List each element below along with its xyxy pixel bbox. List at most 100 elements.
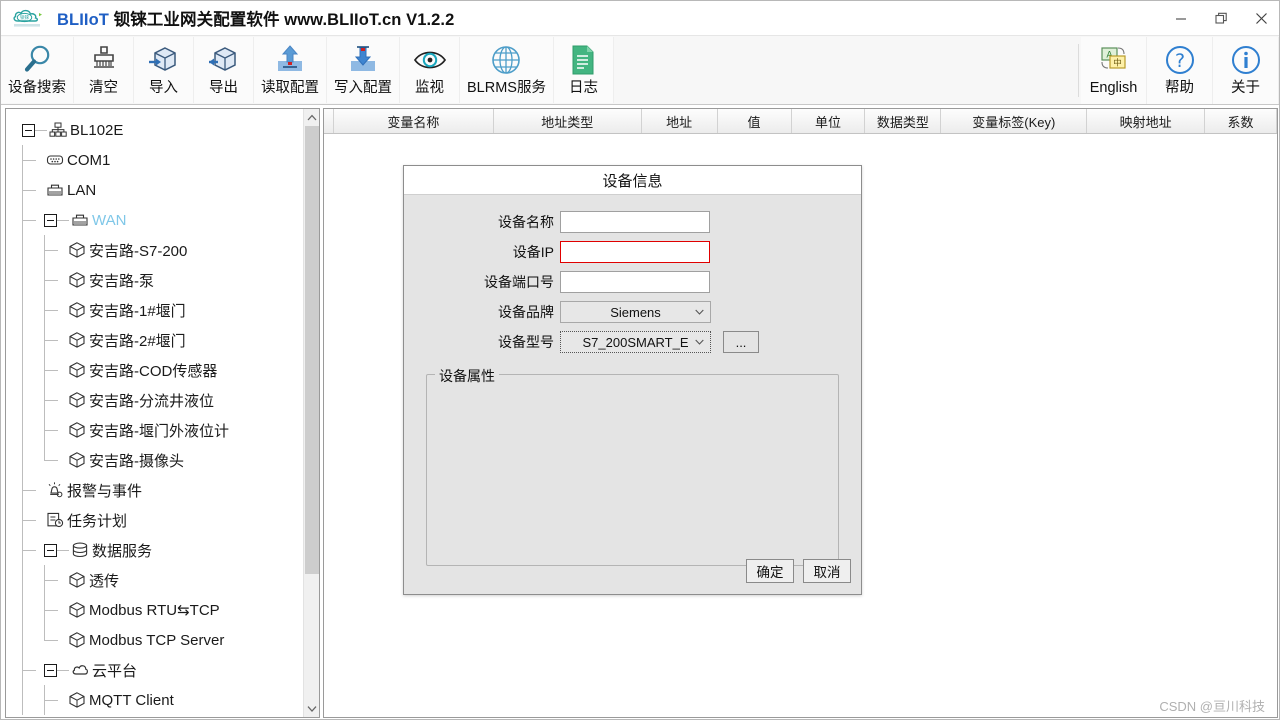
tree-node-label: 安吉路-泵 <box>89 272 154 290</box>
tree-node[interactable]: 安吉路-S7-200 <box>6 235 304 265</box>
ok-button[interactable]: 确定 <box>746 559 794 583</box>
tree-node[interactable]: 云平台 <box>6 655 304 685</box>
tree-guide-line <box>22 445 44 475</box>
tree-node-label: 安吉路-COD传感器 <box>89 362 218 380</box>
tree-node-label: WAN <box>92 211 127 229</box>
toolbar-button-device-search[interactable]: 设备搜索 <box>1 37 74 103</box>
cube-icon <box>66 301 88 319</box>
toolbar-label: 写入配置 <box>334 80 392 96</box>
field-row-device-ip: 设备IP <box>418 237 847 267</box>
toolbar-button-log[interactable]: 日志 <box>553 37 614 103</box>
tree-guide-line <box>22 325 44 355</box>
toolbar-button-export[interactable]: 导出 <box>194 37 254 103</box>
tree-node[interactable]: BL102E <box>6 115 304 145</box>
toolbar-label: 导入 <box>149 80 178 96</box>
grid-column-header[interactable]: 变量名称 <box>333 109 494 133</box>
device-ip-input[interactable] <box>560 241 710 263</box>
restore-button[interactable] <box>1201 2 1241 36</box>
device-name-input[interactable] <box>560 211 710 233</box>
minimize-button[interactable] <box>1161 2 1201 36</box>
cube-icon <box>69 422 85 438</box>
tree-node[interactable]: 安吉路-泵 <box>6 265 304 295</box>
device-brand-select[interactable]: Siemens <box>560 301 711 323</box>
tree-guide-line <box>57 669 69 671</box>
tree-node[interactable]: 数据服务 <box>6 535 304 565</box>
tree-elbow <box>44 325 66 355</box>
toolbar-button-write-config[interactable]: 写入配置 <box>327 37 400 103</box>
globe-icon <box>489 41 523 78</box>
tree-node[interactable]: LAN <box>6 175 304 205</box>
scrollbar-thumb[interactable] <box>305 126 319 574</box>
tree-node[interactable]: MQTT Client <box>6 685 304 715</box>
collapse-toggle[interactable] <box>44 213 57 227</box>
toolbar-label: 关于 <box>1231 80 1260 96</box>
grid-column-header[interactable]: 变量标签(Key) <box>941 109 1088 133</box>
cancel-button[interactable]: 取消 <box>803 559 851 583</box>
tree-node[interactable]: Modbus TCP Server <box>6 625 304 655</box>
chevron-up-icon[interactable] <box>304 109 319 126</box>
tree-node[interactable]: 安吉路-摄像头 <box>6 445 304 475</box>
device-tree[interactable]: BL102E COM1 LAN WAN 安吉路-S7-200 安吉路-泵 安吉路-1#堰门安… <box>6 109 304 717</box>
grid-column-header[interactable]: 数据类型 <box>865 109 942 133</box>
ethernet-icon <box>69 211 91 229</box>
tree-node[interactable]: 安吉路-堰门外液位计 <box>6 415 304 445</box>
tree-scrollbar[interactable] <box>303 109 319 717</box>
toolbar-button-blrms-service[interactable]: BLRMS服务 <box>460 37 554 103</box>
grid-column-header[interactable]: 系数 <box>1205 109 1277 133</box>
tree-node[interactable]: 任务计划 <box>6 505 304 535</box>
cube-icon <box>69 332 85 348</box>
tree-node[interactable]: COM1 <box>6 145 304 175</box>
tree-guide-line <box>22 685 44 715</box>
tree-node[interactable]: Modbus RTU⇆TCP <box>6 595 304 625</box>
device-model-select[interactable]: S7_200SMART_E <box>560 331 711 353</box>
toolbar-button-about[interactable]: 关于 <box>1213 37 1279 104</box>
collapse-toggle[interactable] <box>44 663 57 677</box>
restore-icon <box>1214 12 1227 24</box>
toolbar-button-language[interactable]: A 中 English <box>1081 37 1147 104</box>
tree-elbow <box>44 565 66 595</box>
grid-column-header[interactable]: 映射地址 <box>1087 109 1206 133</box>
grid-column-header[interactable]: 单位 <box>791 109 866 133</box>
tree-guide-line <box>22 415 44 445</box>
cube-icon <box>66 451 88 469</box>
cube-icon <box>66 571 88 589</box>
tree-node-label: 安吉路-堰门外液位计 <box>89 422 229 440</box>
collapse-toggle[interactable] <box>22 123 35 137</box>
tree-elbow <box>44 595 66 625</box>
chevron-down-icon <box>695 307 704 317</box>
tree-node-label: BL102E <box>70 121 124 139</box>
device-brand-value: Siemens <box>610 304 661 320</box>
tree-node[interactable]: 报警与事件 <box>6 475 304 505</box>
toolbar-button-read-config[interactable]: 读取配置 <box>254 37 327 103</box>
tree-node[interactable]: 安吉路-2#堰门 <box>6 325 304 355</box>
tree-node[interactable]: 安吉路-COD传感器 <box>6 355 304 385</box>
grid-column-header[interactable]: 地址 <box>641 109 718 133</box>
collapse-toggle[interactable] <box>44 543 57 557</box>
tree-node-label: COM1 <box>67 151 111 169</box>
app-title-cn: 钡铼工业网关配置软件 <box>113 11 280 29</box>
grid-column-header[interactable]: 值 <box>717 109 792 133</box>
toolbar-label: BLRMS服务 <box>467 80 546 96</box>
tree-node-label: 数据服务 <box>92 542 153 560</box>
close-button[interactable] <box>1241 2 1279 36</box>
label-device-ip: 设备IP <box>512 244 554 260</box>
toolbar-button-help[interactable]: ? 帮助 <box>1147 37 1213 104</box>
import-cube-icon <box>147 41 181 78</box>
tree-node[interactable]: WAN <box>6 205 304 235</box>
device-model-browse-button[interactable]: ... <box>723 331 759 353</box>
tree-guide-line <box>35 129 47 131</box>
tree-node[interactable]: 透传 <box>6 565 304 595</box>
toolbar-button-import[interactable]: 导入 <box>134 37 194 103</box>
cube-icon <box>66 691 88 709</box>
toolbar-button-monitor[interactable]: 监视 <box>400 37 460 103</box>
grid-column-header[interactable]: 地址类型 <box>493 109 642 133</box>
chevron-down-icon[interactable] <box>304 700 319 717</box>
toolbar-button-clear[interactable]: 清空 <box>74 37 134 103</box>
device-port-input[interactable] <box>560 271 710 293</box>
tree-guide-line <box>22 625 44 655</box>
tree-node[interactable]: 安吉路-分流井液位 <box>6 385 304 415</box>
device-tree-panel: BL102E COM1 LAN WAN 安吉路-S7-200 安吉路-泵 安吉路-1#堰门安… <box>5 108 320 718</box>
cube-icon <box>66 601 88 619</box>
tree-node[interactable]: 安吉路-1#堰门 <box>6 295 304 325</box>
language-icon: A 中 <box>1097 41 1131 78</box>
